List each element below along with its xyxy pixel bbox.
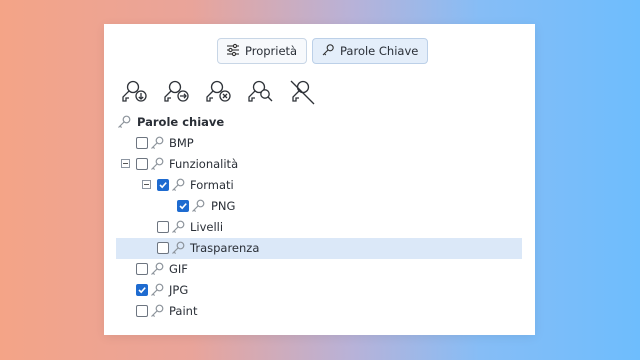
search-keyword-button[interactable]: [246, 78, 276, 106]
key-icon: [116, 114, 132, 130]
tree-item-livelli[interactable]: Livelli: [116, 217, 522, 238]
tree-item-paint[interactable]: Paint: [116, 301, 522, 322]
tree-item-label: BMP: [169, 136, 194, 150]
apply-keyword-button[interactable]: [162, 78, 192, 106]
key-icon: [190, 198, 206, 214]
tree-item-label: Livelli: [190, 220, 224, 234]
tree-item-png[interactable]: PNG: [116, 196, 522, 217]
tree-item-label: GIF: [169, 262, 188, 276]
tab-properties[interactable]: Proprietà: [217, 38, 308, 64]
key-arrow-down-icon: [122, 80, 147, 102]
key-slash-icon: [290, 80, 315, 105]
key-icon: [170, 240, 186, 256]
tree-item-gif[interactable]: GIF: [116, 259, 522, 280]
tree-root: Parole chiave: [116, 112, 522, 133]
checkbox[interactable]: [157, 179, 169, 191]
tree-item-funzionalita[interactable]: Funzionalità: [116, 154, 522, 175]
tree-item-label: Funzionalità: [169, 157, 239, 171]
tree-item-jpg[interactable]: JPG: [116, 280, 522, 301]
tree-item-label: Paint: [169, 304, 198, 318]
checkbox[interactable]: [136, 158, 148, 170]
tree-item-label: Trasparenza: [190, 241, 260, 255]
key-icon: [149, 282, 165, 298]
key-arrow-right-icon: [164, 80, 189, 102]
collapse-toggle[interactable]: [142, 180, 151, 189]
checkbox[interactable]: [157, 242, 169, 254]
tree-item-label: PNG: [211, 199, 236, 213]
key-icon: [149, 135, 165, 151]
disable-keyword-button[interactable]: [288, 78, 318, 106]
sliders-icon: [226, 43, 240, 60]
key-icon: [149, 156, 165, 172]
key-icon: [149, 261, 165, 277]
add-keyword-button[interactable]: [120, 78, 150, 106]
collapse-toggle[interactable]: [121, 159, 130, 168]
tab-properties-label: Proprietà: [245, 44, 298, 58]
tree-root-label: Parole chiave: [137, 115, 225, 129]
key-x-icon: [206, 80, 231, 102]
keywords-panel: Proprietà Parole Chiave Parole chiave BM…: [104, 24, 535, 335]
checkbox[interactable]: [177, 200, 189, 212]
tab-keywords[interactable]: Parole Chiave: [312, 38, 429, 64]
checkbox[interactable]: [157, 221, 169, 233]
key-icon: [170, 219, 186, 235]
tree-item-bmp[interactable]: BMP: [116, 133, 522, 154]
remove-keyword-button[interactable]: [204, 78, 234, 106]
checkbox[interactable]: [136, 137, 148, 149]
checkbox[interactable]: [136, 305, 148, 317]
tree-item-label: Formati: [190, 178, 234, 192]
key-icon: [321, 43, 335, 60]
key-icon: [149, 303, 165, 319]
tab-keywords-label: Parole Chiave: [340, 44, 419, 58]
tree-item-formati[interactable]: Formati: [116, 175, 522, 196]
checkbox[interactable]: [136, 263, 148, 275]
key-search-icon: [248, 80, 273, 102]
checkbox[interactable]: [136, 284, 148, 296]
panel-tab-bar: Proprietà Parole Chiave: [104, 38, 535, 64]
key-icon: [170, 177, 186, 193]
tree-item-label: JPG: [169, 283, 189, 297]
tree-item-trasparenza[interactable]: Trasparenza: [116, 238, 522, 259]
